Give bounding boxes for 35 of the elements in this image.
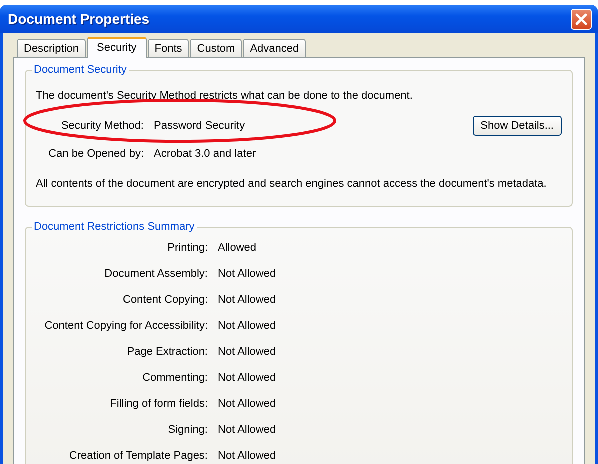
description-text: The document's Security Method restricts what can be done to the document. [36,90,414,102]
restriction-value: Not Allowed [218,320,276,332]
tab[interactable]: Fonts [148,39,190,57]
restriction-label: Creation of Template Pages: [68,450,208,462]
restriction-value: Allowed [218,242,257,254]
restriction-label: Document Assembly: [104,268,208,280]
section-title: Document Restrictions Summary [33,221,196,233]
restriction-value: Not Allowed [218,372,276,384]
tab[interactable]: Security [87,37,147,58]
section-title: Document Security [33,64,128,76]
restriction-value: Not Allowed [218,398,276,410]
restriction-value: Not Allowed [218,424,276,436]
restriction-value: Not Allowed [218,450,276,462]
restriction-label: Page Extraction: [126,346,208,358]
restriction-value: Not Allowed [218,268,276,280]
restriction-label: Content Copying: [122,294,208,306]
restriction-value: Not Allowed [218,294,276,306]
show-details-button[interactable]: Show Details... [472,116,562,136]
field-value: Acrobat 3.0 and later [154,148,258,160]
field-label: Can be Opened by: [48,148,144,160]
note-text: All contents of the document are encrypted and search engines cannot access the document's metadata. [36,178,548,190]
field-value: Password Security [154,120,246,132]
restriction-label: Signing: [167,424,208,436]
tab[interactable]: Advanced [243,39,306,57]
tab[interactable]: Description [17,39,86,57]
close-button[interactable] [571,8,592,30]
restriction-label: Printing: [166,242,208,254]
close-icon [575,12,588,26]
field-label: Security Method: [60,120,144,132]
restriction-label: Commenting: [142,372,208,384]
restriction-label: Filling of form fields: [109,398,208,410]
restriction-label: Content Copying for Accessibility: [44,320,208,332]
restriction-value: Not Allowed [218,346,276,358]
window-title: Document Properties [7,11,150,27]
tab[interactable]: Custom [190,39,242,57]
